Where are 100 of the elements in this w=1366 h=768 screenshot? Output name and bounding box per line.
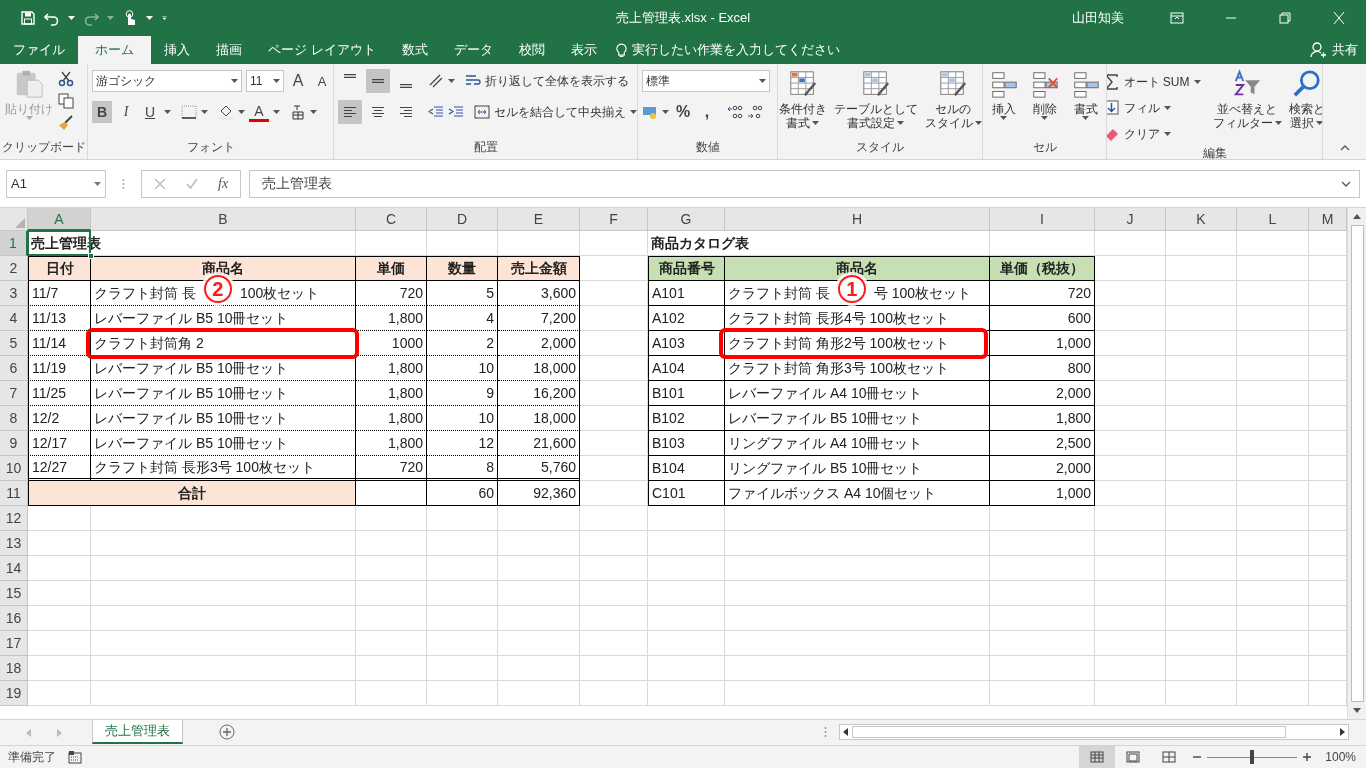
row-header[interactable]: 5 [0, 331, 28, 356]
name-box[interactable]: A1 [6, 169, 106, 198]
row-header[interactable]: 16 [0, 606, 28, 631]
share-button[interactable]: 共有 [1332, 41, 1358, 59]
row-header[interactable]: 8 [0, 406, 28, 431]
close-icon[interactable] [1332, 12, 1346, 24]
row-header[interactable]: 6 [0, 356, 28, 381]
column-header[interactable]: K [1166, 208, 1237, 231]
column-header[interactable]: M [1309, 208, 1347, 231]
row-header[interactable]: 18 [0, 656, 28, 681]
font-color-button[interactable]: A [249, 102, 269, 122]
text-orientation-icon[interactable] [428, 73, 444, 89]
row-header[interactable]: 9 [0, 431, 28, 456]
row-header[interactable]: 11 [0, 481, 28, 506]
collapse-ribbon-icon[interactable] [1340, 145, 1350, 151]
decrease-indent-icon[interactable] [428, 104, 444, 120]
increase-indent-icon[interactable] [448, 104, 464, 120]
cell-button[interactable]: 書式 [1067, 69, 1104, 139]
style-button[interactable]: 条件付き 書式 [778, 69, 828, 139]
find-select-button[interactable]: 検索と 選択 [1287, 69, 1322, 145]
zoom-level[interactable]: 100% [1325, 750, 1356, 764]
grow-font-button[interactable]: A [288, 70, 308, 92]
scroll-right-icon[interactable] [1340, 728, 1345, 736]
sort-filter-button[interactable]: 並べ替えと フィルター [1211, 69, 1283, 145]
caret-icon[interactable] [273, 110, 280, 114]
ribbon-tab[interactable]: 挿入 [151, 36, 203, 64]
ribbon-tab[interactable]: ファイル [0, 36, 78, 64]
comma-button[interactable]: , [697, 101, 717, 123]
caret-icon[interactable] [238, 110, 245, 114]
caret-icon[interactable] [164, 110, 171, 114]
insert-function-button[interactable]: fx [218, 175, 229, 192]
row-header[interactable]: 14 [0, 556, 28, 581]
check-icon[interactable] [186, 177, 198, 190]
column-header[interactable]: F [580, 208, 648, 231]
column-header[interactable]: A [28, 208, 91, 231]
column-header[interactable]: E [498, 208, 580, 231]
cell-button[interactable]: 挿入 [985, 69, 1022, 139]
user-name[interactable]: 山田知美 [1072, 9, 1124, 27]
bold-button[interactable]: B [92, 101, 112, 123]
undo-icon[interactable] [44, 10, 60, 26]
row-header[interactable]: 10 [0, 456, 28, 481]
increase-decimal-icon[interactable] [727, 104, 743, 120]
scissors-icon[interactable] [58, 71, 74, 87]
fill-handle[interactable] [88, 253, 94, 259]
underline-button[interactable]: U [140, 101, 160, 123]
ribbon-tab[interactable]: 数式 [388, 36, 441, 64]
row-header[interactable]: 19 [0, 681, 28, 706]
ribbon-tab[interactable]: 表示 [557, 36, 610, 64]
row-header[interactable]: 13 [0, 531, 28, 556]
ribbon-tab[interactable]: 描画 [203, 36, 255, 64]
font-name-field[interactable]: 游ゴシック [92, 70, 242, 92]
caret-icon[interactable] [310, 110, 317, 114]
paintbrush-icon[interactable] [58, 115, 74, 131]
font-size-field[interactable]: 11 [246, 70, 284, 92]
scroll-down-icon[interactable] [1353, 708, 1361, 713]
zoom-out-icon[interactable] [1193, 753, 1202, 761]
column-header[interactable]: H [725, 208, 990, 231]
fill-button[interactable]: フィル [1107, 97, 1201, 119]
ribbon-display-icon[interactable] [1170, 12, 1184, 24]
column-header[interactable]: I [990, 208, 1095, 231]
scroll-left-icon[interactable] [843, 728, 848, 736]
restore-icon[interactable] [1278, 12, 1292, 24]
row-header[interactable]: 7 [0, 381, 28, 406]
clear-button[interactable]: クリア [1107, 123, 1201, 145]
phonetic-guide-icon[interactable] [290, 104, 306, 120]
italic-button[interactable]: I [116, 101, 136, 123]
column-header[interactable]: L [1237, 208, 1309, 231]
add-sheet-icon[interactable] [219, 724, 235, 740]
borders-icon[interactable] [181, 104, 197, 120]
vertical-align-button[interactable] [366, 69, 390, 93]
horizontal-scrollbar-thumb[interactable] [852, 726, 1286, 738]
macro-record-icon[interactable] [68, 750, 82, 764]
caret-icon[interactable] [146, 16, 153, 20]
ribbon-tab[interactable]: ホーム [78, 36, 151, 64]
row-header[interactable]: 1 [0, 231, 28, 256]
caret-icon[interactable] [448, 79, 455, 83]
copy-icon[interactable] [58, 93, 74, 109]
caret-icon[interactable] [662, 110, 669, 114]
expand-icon[interactable] [1341, 180, 1351, 187]
formula-field[interactable]: 売上管理表 [249, 169, 1360, 198]
tell-me-search[interactable]: 実行したい作業を入力してください [631, 41, 840, 59]
customize-icon[interactable] [161, 16, 168, 20]
percent-button[interactable]: % [673, 101, 693, 123]
caret-icon[interactable] [201, 110, 208, 114]
ribbon-tab[interactable]: 校閲 [505, 36, 558, 64]
column-header[interactable]: D [427, 208, 498, 231]
row-header[interactable]: 2 [0, 256, 28, 281]
autosum-button[interactable]: オート SUM [1107, 71, 1201, 93]
sheet-tab[interactable]: 売上管理表 [92, 720, 183, 744]
column-header[interactable]: J [1095, 208, 1166, 231]
column-header[interactable]: C [356, 208, 427, 231]
scroll-up-icon[interactable] [1353, 214, 1361, 219]
save-icon[interactable] [20, 10, 36, 26]
ribbon-tab[interactable]: データ [440, 36, 506, 64]
vertical-scrollbar-thumb[interactable] [1350, 225, 1364, 702]
merge-center-button[interactable]: セルを結合して中央揃え [474, 101, 626, 123]
cell-button[interactable]: 削除 [1026, 69, 1063, 139]
row-header[interactable]: 12 [0, 506, 28, 531]
zoom-in-icon[interactable] [1303, 753, 1312, 761]
row-header[interactable]: 3 [0, 281, 28, 306]
